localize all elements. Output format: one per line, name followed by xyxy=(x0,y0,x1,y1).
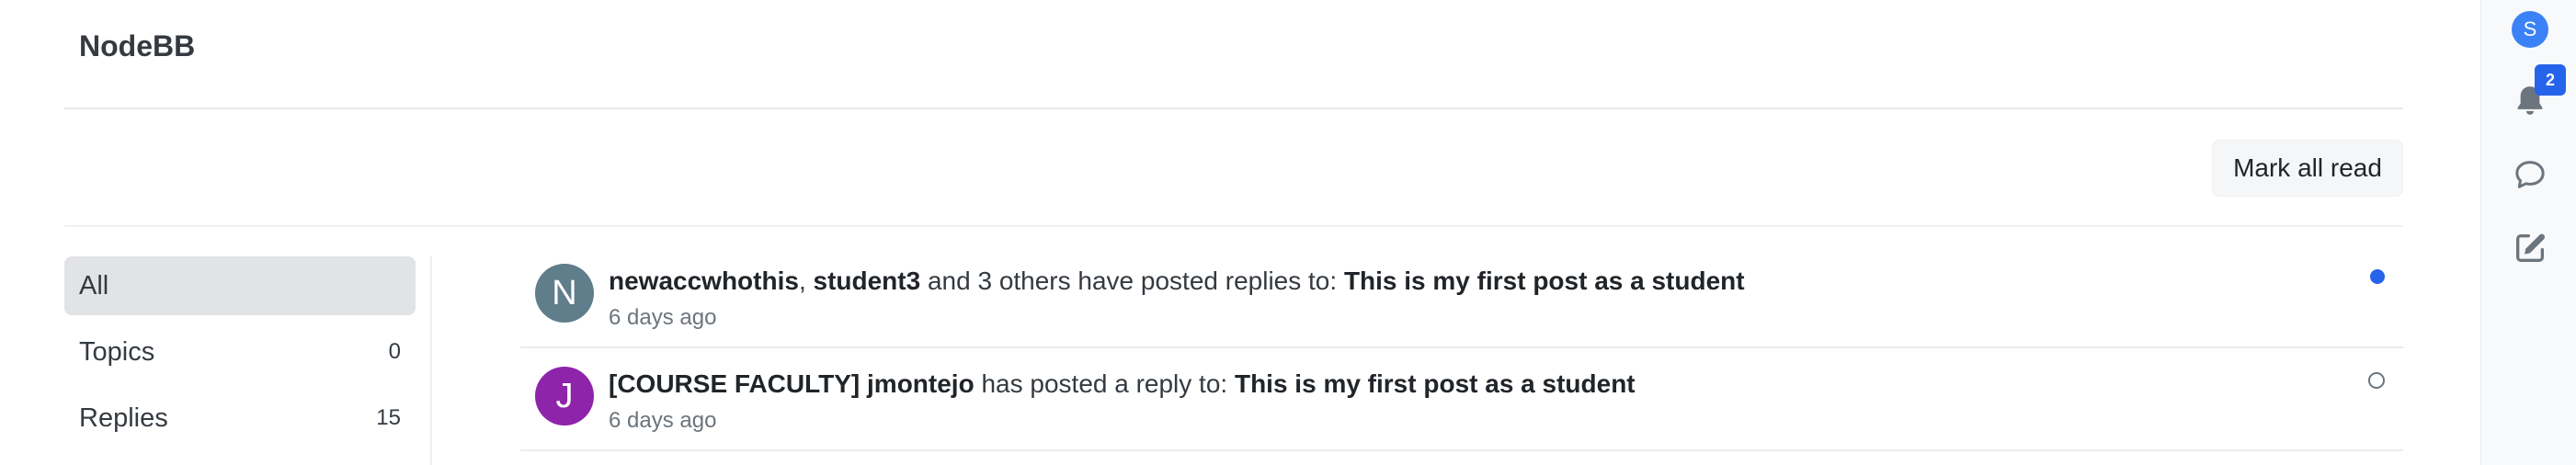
notification-topic: This is my first post as a student xyxy=(1343,267,1745,295)
right-sidebar: S 2 xyxy=(2480,0,2576,465)
read-indicator[interactable] xyxy=(2368,372,2385,389)
filter-label: Topics xyxy=(79,337,155,367)
user-avatar[interactable]: S xyxy=(2512,11,2548,48)
unread-indicator[interactable] xyxy=(2370,269,2385,284)
notification-time: 6 days ago xyxy=(609,408,717,433)
compose-icon[interactable] xyxy=(2512,230,2548,267)
toolbar-divider xyxy=(64,225,2403,227)
mark-all-read-button[interactable]: Mark all read xyxy=(2212,140,2403,197)
notification-text[interactable]: [COURSE FACULTY] jmontejo has posted a r… xyxy=(609,367,1636,402)
chat-icon[interactable] xyxy=(2512,156,2548,193)
filter-label: All xyxy=(79,271,109,301)
filter-count: 0 xyxy=(388,339,401,364)
main-content: NodeBB Mark all read All Topics 0 Replie… xyxy=(0,0,2480,465)
notification-user: [COURSE FACULTY] jmontejo xyxy=(609,369,975,398)
notification-action: and 3 others have posted replies to: xyxy=(920,267,1344,295)
notification-filters: All Topics 0 Replies 15 xyxy=(64,256,416,455)
notification-topic: This is my first post as a student xyxy=(1234,369,1636,398)
avatar[interactable]: N xyxy=(535,264,594,323)
sidebar-divider xyxy=(430,256,432,465)
notification-item[interactable]: N newaccwhothis, student3 and 3 others h… xyxy=(520,245,2403,348)
notification-separator: , xyxy=(798,267,814,295)
notification-list: N newaccwhothis, student3 and 3 others h… xyxy=(520,245,2403,451)
avatar[interactable]: J xyxy=(535,367,594,425)
filter-label: Replies xyxy=(79,403,168,433)
notification-action: has posted a reply to: xyxy=(974,369,1235,398)
header-divider xyxy=(64,108,2403,109)
notification-item[interactable]: J [COURSE FACULTY] jmontejo has posted a… xyxy=(520,348,2403,451)
notification-user: student3 xyxy=(813,267,921,295)
notification-time: 6 days ago xyxy=(609,305,717,330)
brand-title[interactable]: NodeBB xyxy=(79,26,195,66)
filter-replies[interactable]: Replies 15 xyxy=(64,389,416,448)
notification-text[interactable]: newaccwhothis, student3 and 3 others hav… xyxy=(609,264,1745,299)
filter-topics[interactable]: Topics 0 xyxy=(64,323,416,381)
filter-all[interactable]: All xyxy=(64,256,416,315)
notification-badge: 2 xyxy=(2535,64,2566,96)
notification-user: newaccwhothis xyxy=(609,267,799,295)
filter-count: 15 xyxy=(376,405,401,430)
